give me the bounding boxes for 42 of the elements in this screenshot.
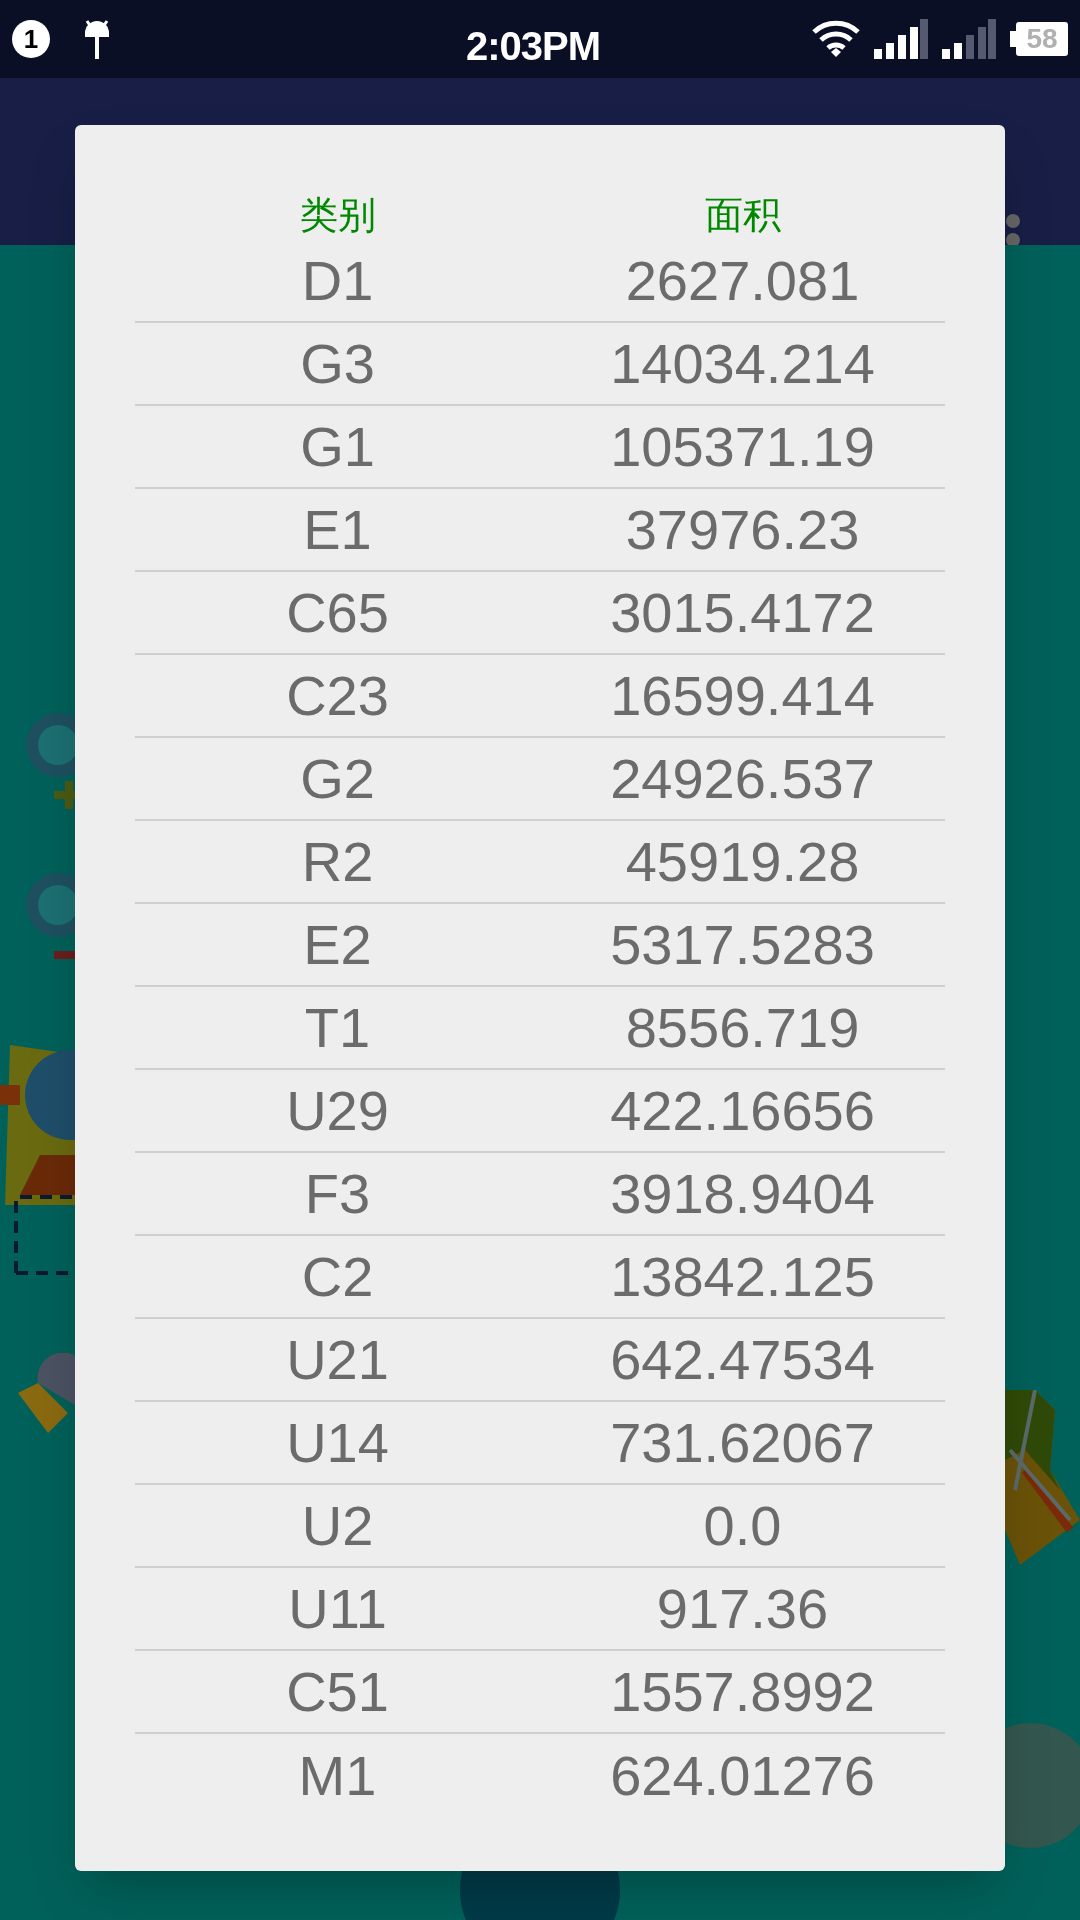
table-cell-text: U29 (285, 1082, 390, 1139)
table-cell-text: 731.62067 (609, 1414, 876, 1471)
table-cell-text: U14 (285, 1414, 390, 1471)
table-cell-text: 624.01276 (609, 1747, 876, 1804)
table-cell-text: 13842.125 (609, 1248, 876, 1305)
table-cell-text: U2 (300, 1497, 375, 1554)
table-cell-text: 3015.4172 (609, 584, 876, 641)
table-cell-text: G1 (299, 418, 376, 475)
table-cell-text: D1 (300, 252, 375, 309)
table-cell-text: 0.0 (702, 1497, 783, 1554)
column-header: 类别 (298, 192, 377, 238)
column-header: 面积 (703, 192, 782, 238)
table-cell-text: 37976.23 (624, 501, 861, 558)
notification-count: 1 (12, 20, 50, 58)
table-cell-text: 14034.214 (609, 335, 876, 392)
table-cell-text: T1 (303, 999, 372, 1056)
table-cell-text: 642.47534 (609, 1331, 876, 1388)
table-cell-text: C2 (300, 1248, 375, 1305)
table-cell-text: 422.16656 (609, 1082, 876, 1139)
table-cell-text: 917.36 (655, 1580, 830, 1637)
table-cell-text: M1 (297, 1747, 378, 1804)
table-cell-text: G2 (299, 750, 376, 807)
table-cell-text: U11 (287, 1580, 388, 1637)
table-cell-text: 24926.537 (609, 750, 876, 807)
table-cell-text: E2 (302, 916, 373, 973)
table-cell-text: 45919.28 (624, 833, 861, 890)
table-cell-text: F3 (303, 1165, 372, 1222)
table-cell-text: 16599.414 (609, 667, 876, 724)
table-cell-text: C65 (285, 584, 390, 641)
table-cell-text: R2 (300, 833, 375, 890)
table-cell-text: C23 (285, 667, 390, 724)
table-cell-text: G3 (299, 335, 376, 392)
table-cell-text: E1 (302, 501, 373, 558)
clock: 2:03PM (466, 23, 601, 70)
table-cell-text: U21 (285, 1331, 390, 1388)
table-cell-text: C51 (285, 1663, 390, 1720)
table-cell-text: 1557.8992 (609, 1663, 876, 1720)
table-cell-text: 3918.9404 (609, 1165, 876, 1222)
table-cell-text: 2627.081 (624, 252, 861, 309)
table-cell-text: 8556.719 (624, 999, 861, 1056)
table-cell-text: 105371.19 (609, 418, 876, 475)
table-cell-text: 5317.5283 (609, 916, 876, 973)
